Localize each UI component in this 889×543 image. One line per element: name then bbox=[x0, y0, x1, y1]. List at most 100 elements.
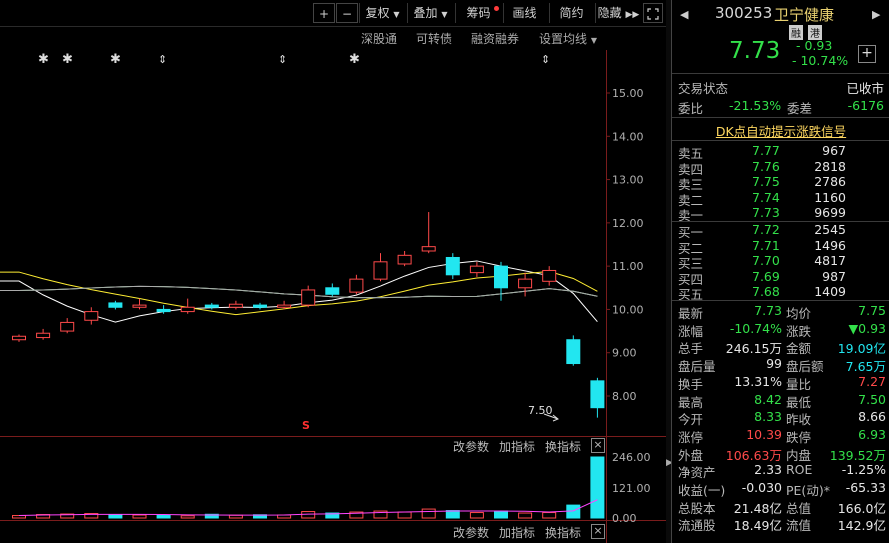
candle-body[interactable] bbox=[204, 304, 219, 308]
price-tick-label: 12.00 bbox=[612, 217, 644, 230]
star-marker[interactable]: ✱ bbox=[349, 52, 360, 67]
volume-tick-label: 246.00 bbox=[612, 451, 651, 464]
stat-label: 收益(一) bbox=[678, 483, 726, 498]
dk-signal-link[interactable]: DK点自动提示涨跌信号 bbox=[672, 121, 889, 140]
candle-body[interactable] bbox=[397, 254, 412, 265]
ask-price: 7.75 bbox=[752, 174, 780, 189]
candle-body[interactable] bbox=[349, 278, 364, 293]
candle-body[interactable] bbox=[36, 332, 51, 339]
stat-label: 昨收 bbox=[786, 412, 812, 428]
candle-body[interactable] bbox=[325, 287, 340, 295]
stat-label: 金额 bbox=[786, 341, 812, 357]
volume-bar[interactable] bbox=[469, 512, 484, 519]
candle-body[interactable] bbox=[228, 303, 243, 308]
stat-row: 最高 8.42 最低 7.50 bbox=[672, 392, 889, 410]
candle-body[interactable] bbox=[590, 380, 605, 409]
candle-body[interactable] bbox=[12, 335, 26, 341]
volume-bar[interactable] bbox=[108, 514, 123, 519]
candle-body[interactable] bbox=[156, 308, 171, 313]
volume-bar[interactable] bbox=[397, 511, 412, 519]
stat-value: 8.66 bbox=[858, 409, 886, 425]
event-markers: ✱ ✱ ✱ ⇕ ⇕ ✱ ⇕ bbox=[38, 52, 550, 67]
star-marker[interactable]: ✱ bbox=[62, 52, 73, 67]
price-tick-label: 9.00 bbox=[612, 347, 637, 360]
stat-value: 21.48亿 bbox=[733, 500, 782, 516]
stat-label: 净资产 bbox=[678, 465, 716, 481]
stat-value: 166.0亿 bbox=[837, 500, 886, 516]
candle-body[interactable] bbox=[542, 269, 557, 282]
candle-body[interactable] bbox=[469, 265, 484, 274]
candle-body[interactable] bbox=[373, 261, 388, 280]
volume-bar[interactable] bbox=[494, 510, 508, 519]
divider bbox=[672, 73, 889, 74]
stat-value: 139.52万 bbox=[829, 447, 886, 463]
stat-value: 106.63万 bbox=[725, 447, 782, 463]
stat-value: ▼0.93 bbox=[848, 320, 886, 336]
bid-price: 7.70 bbox=[752, 253, 780, 268]
candle-body[interactable] bbox=[108, 302, 123, 308]
stat-row: 今开 8.33 昨收 8.66 bbox=[672, 409, 889, 427]
stat-label: 最新 bbox=[678, 306, 704, 321]
stat-value: 6.93 bbox=[858, 426, 886, 442]
stat-value: -1.25% bbox=[841, 462, 886, 478]
weicha-value: -6176 bbox=[847, 98, 884, 113]
stat-label: 总手 bbox=[678, 341, 704, 357]
edit-params-button[interactable]: 改参数 bbox=[453, 524, 489, 541]
close-indicator-button[interactable]: × bbox=[591, 524, 605, 539]
volume-bar[interactable] bbox=[445, 510, 460, 519]
stat-label: 最低 bbox=[786, 394, 812, 410]
volume-bar[interactable] bbox=[590, 456, 605, 519]
star-marker[interactable]: ✱ bbox=[38, 52, 49, 67]
updown-marker[interactable]: ⇕ bbox=[541, 53, 550, 66]
trade-status-value: 已收市 bbox=[846, 81, 884, 96]
volume-bar[interactable] bbox=[228, 514, 243, 519]
prev-stock-arrow-icon[interactable]: ◀ bbox=[680, 8, 688, 21]
candle-body[interactable] bbox=[445, 256, 460, 276]
stat-value: 18.49亿 bbox=[733, 518, 782, 534]
s-signal-marker[interactable]: S bbox=[302, 419, 310, 432]
candle-body[interactable] bbox=[518, 278, 533, 289]
next-stock-arrow-icon[interactable]: ▶ bbox=[872, 8, 880, 21]
volume-bar[interactable] bbox=[132, 514, 147, 519]
stat-label: 换手 bbox=[678, 376, 704, 392]
price-tick-label: 11.00 bbox=[612, 260, 644, 273]
ask-volume: 967 bbox=[822, 143, 846, 158]
volume-bar[interactable] bbox=[421, 508, 436, 519]
candle-body[interactable] bbox=[180, 306, 195, 313]
switch-indicator-button[interactable]: 换指标 bbox=[545, 438, 581, 455]
candle-body[interactable] bbox=[301, 289, 316, 306]
edit-params-button[interactable]: 改参数 bbox=[453, 438, 489, 455]
bid-price: 7.69 bbox=[752, 268, 780, 284]
volume-bar[interactable] bbox=[180, 515, 195, 519]
ask-price: 7.77 bbox=[752, 143, 780, 158]
volume-bar[interactable] bbox=[156, 515, 171, 519]
switch-indicator-button[interactable]: 换指标 bbox=[545, 524, 581, 541]
ask-volume: 9699 bbox=[814, 205, 846, 220]
candle-body[interactable] bbox=[277, 304, 292, 308]
price-change-pct: - 10.74% bbox=[792, 53, 849, 68]
candle-body[interactable] bbox=[60, 321, 75, 332]
stat-value: -10.74% bbox=[729, 320, 782, 336]
updown-marker[interactable]: ⇕ bbox=[278, 53, 287, 66]
volume-bar[interactable] bbox=[542, 512, 557, 519]
updown-marker[interactable]: ⇕ bbox=[158, 53, 167, 66]
close-indicator-button[interactable]: × bbox=[591, 438, 605, 453]
candle-body[interactable] bbox=[132, 304, 147, 308]
candle-body[interactable] bbox=[253, 304, 267, 308]
stat-label: 今开 bbox=[678, 412, 704, 428]
candle-body[interactable] bbox=[494, 265, 508, 289]
candle-body[interactable] bbox=[566, 339, 581, 365]
add-indicator-button[interactable]: 加指标 bbox=[499, 438, 535, 455]
candle-body[interactable] bbox=[84, 311, 99, 321]
add-indicator-button[interactable]: 加指标 bbox=[499, 524, 535, 541]
star-marker[interactable]: ✱ bbox=[110, 52, 121, 67]
ask-volume: 1160 bbox=[814, 189, 846, 205]
ask-volume: 2786 bbox=[814, 174, 846, 189]
bid-volume: 987 bbox=[822, 268, 846, 284]
volume-bar[interactable] bbox=[518, 512, 533, 519]
candle-body[interactable] bbox=[421, 246, 436, 252]
stat-row: 换手 13.31% 量比 7.27 bbox=[672, 374, 889, 392]
chart-area[interactable]: + − 复权 ▼ 叠加 ▼ 筹码 画线 简约 隐藏 ▶▶ 深股通 可转债 融资融… bbox=[0, 0, 666, 543]
price-chart[interactable]: 15.00 14.00 13.00 12.00 11.00 10.00 9.00 8.00 24… bbox=[0, 0, 666, 543]
add-watchlist-button[interactable]: + bbox=[858, 45, 876, 63]
